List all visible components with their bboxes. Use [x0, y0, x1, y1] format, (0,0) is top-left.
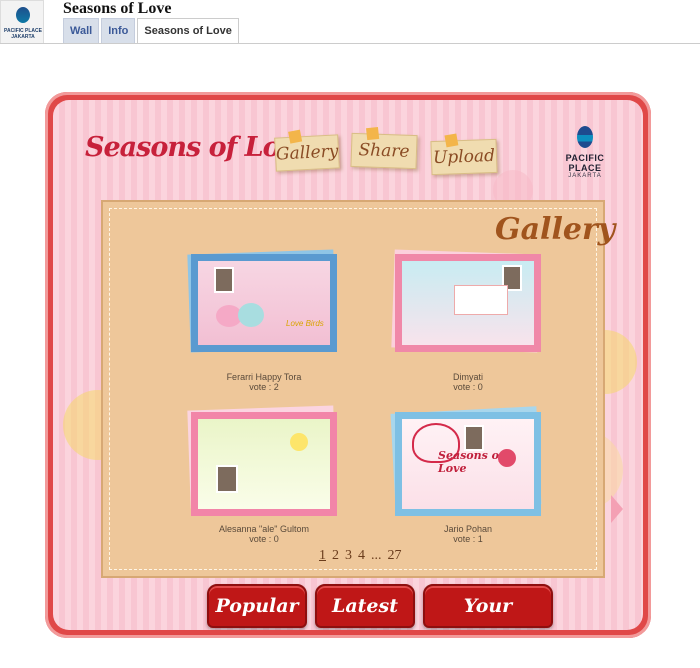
gallery-item-4[interactable]: Seasons of Love: [395, 412, 541, 516]
header-divider: [0, 43, 700, 44]
tab-wall[interactable]: Wall: [63, 18, 100, 43]
item-1-votes: vote : 2: [249, 382, 279, 392]
nav-gallery[interactable]: Gallery: [274, 129, 340, 172]
page-ellipsis: ...: [371, 548, 382, 563]
bird-blue-icon: [238, 303, 264, 327]
nav-upload[interactable]: Upload: [430, 133, 498, 176]
ecard-image: Seasons of Love: [402, 419, 534, 509]
gallery-item-3[interactable]: [191, 412, 337, 516]
item-1-name: Ferarri Happy Tora: [226, 372, 302, 382]
page-title[interactable]: Seasons of Love: [63, 0, 171, 18]
item-4-votes: vote : 1: [453, 534, 483, 544]
page-link-2[interactable]: 2: [332, 548, 339, 564]
item-4-name: Jario Pohan: [443, 524, 493, 534]
tape-decoration: [288, 129, 303, 144]
item-2-name: Dimyati: [452, 372, 483, 382]
page-link-4[interactable]: 4: [358, 548, 365, 564]
pacific-place-brand: PACIFIC PLACE JAKARTA: [549, 126, 621, 179]
pagination: 1 2 3 4 ... 27: [319, 548, 402, 564]
user-photo: [464, 425, 484, 451]
tab-seasons-of-love[interactable]: Seasons of Love: [137, 18, 239, 43]
facebook-header: PACIFIC PLACE JAKARTA Seasons of Love Wal…: [0, 0, 700, 44]
flower-icon: [290, 433, 308, 451]
pacific-place-logo-icon: [577, 126, 593, 148]
latest-button[interactable]: Latest: [315, 584, 415, 628]
user-photo: [214, 267, 234, 293]
page-logo[interactable]: PACIFIC PLACE JAKARTA: [0, 0, 44, 44]
gallery-item-1[interactable]: Love Birds: [191, 254, 337, 352]
tape-decoration: [444, 133, 459, 148]
message-box: [454, 285, 508, 315]
cupcake-icon: [498, 449, 516, 467]
page-link-3[interactable]: 3: [345, 548, 352, 564]
your-upload-button[interactable]: Your Upload: [423, 584, 553, 628]
nav-gallery-label: Gallery: [275, 141, 339, 165]
page-logo-text: PACIFIC PLACE JAKARTA: [4, 28, 42, 40]
tab-info[interactable]: Info: [101, 18, 136, 43]
pacific-place-logo-icon: [16, 7, 30, 23]
popular-button[interactable]: Popular: [207, 584, 307, 628]
card-text: Love Birds: [286, 319, 324, 328]
gallery-title: Gallery: [495, 212, 616, 247]
app-frame: Seasons of Love Gallery Share Upload PAC…: [45, 92, 651, 638]
ecard-image: [198, 419, 330, 509]
brand-sub: JAKARTA: [568, 173, 602, 179]
ecard-image: Love Birds: [198, 261, 330, 345]
page-link-1[interactable]: 1: [319, 548, 326, 564]
card-text: Seasons of Love: [438, 449, 504, 475]
user-photo: [216, 465, 238, 493]
ecard-image: [402, 261, 534, 345]
next-arrow-icon[interactable]: [611, 495, 623, 523]
page-link-27[interactable]: 27: [388, 548, 402, 564]
app-canvas: Seasons of Love Gallery Share Upload PAC…: [53, 100, 643, 630]
page-tabs: Wall Info Seasons of Love: [63, 18, 239, 44]
nav-upload-label: Upload: [432, 145, 496, 169]
gallery-board: Gallery Love Birds Ferarri Happy Tora vo…: [101, 200, 623, 578]
item-3-votes: vote : 0: [249, 534, 279, 544]
item-3-name: Alesanna "ale" Gultom: [219, 524, 309, 534]
gallery-item-2[interactable]: [395, 254, 541, 352]
nav-share[interactable]: Share: [350, 126, 418, 170]
brand-name: PACIFIC PLACE: [565, 153, 605, 173]
item-2-votes: vote : 0: [453, 382, 483, 392]
tape-decoration: [366, 126, 380, 141]
nav-share-label: Share: [358, 140, 410, 162]
